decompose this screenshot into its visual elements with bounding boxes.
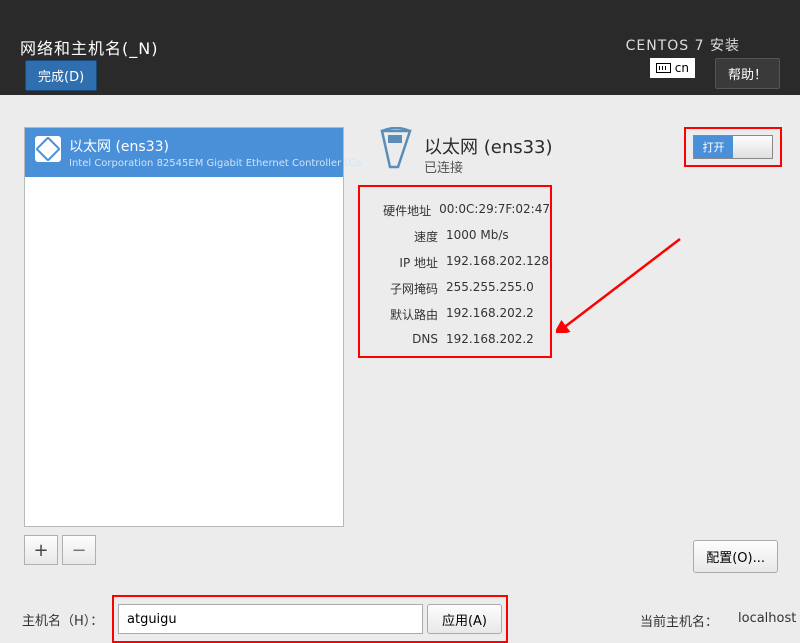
mask-label: 子网掩码 — [360, 280, 438, 297]
current-hostname-value: localhost — [738, 611, 796, 626]
row-ip: IP 地址 192.168.202.128 — [360, 254, 550, 271]
device-item-ens33[interactable]: 以太网 (ens33) Intel Corporation 82545EM Gi… — [25, 128, 343, 177]
install-title: CENTOS 7 安装 — [626, 35, 740, 55]
toggle-on-label: 打开 — [694, 136, 733, 158]
hwaddr-label: 硬件地址 — [360, 202, 431, 219]
ip-label: IP 地址 — [360, 254, 438, 271]
row-mask: 子网掩码 255.255.255.0 — [360, 280, 550, 297]
detail-ethernet-icon — [376, 127, 416, 169]
speed-value: 1000 Mb/s — [446, 228, 509, 245]
device-subtext: Intel Corporation 82545EM Gigabit Ethern… — [69, 158, 361, 169]
ethernet-icon — [35, 136, 61, 162]
connection-toggle[interactable]: 打开 — [693, 135, 773, 159]
hwaddr-value: 00:0C:29:7F:02:47 — [439, 202, 550, 219]
row-speed: 速度 1000 Mb/s — [360, 228, 550, 245]
current-hostname-label: 当前主机名： — [640, 611, 718, 630]
detail-status: 已连接 — [424, 157, 463, 176]
keyboard-icon — [656, 63, 671, 73]
device-list[interactable]: 以太网 (ens33) Intel Corporation 82545EM Gi… — [24, 127, 344, 527]
toggle-handle — [733, 136, 772, 158]
row-dns: DNS 192.168.202.2 — [360, 332, 550, 346]
body-area: 以太网 (ens33) Intel Corporation 82545EM Gi… — [0, 95, 800, 600]
annotation-info-box: 硬件地址 00:0C:29:7F:02:47 速度 1000 Mb/s IP 地… — [358, 185, 552, 358]
device-item-text: 以太网 (ens33) Intel Corporation 82545EM Gi… — [69, 136, 361, 169]
hostname-label: 主机名（H）： — [22, 610, 103, 629]
add-device-button[interactable]: + — [24, 535, 58, 565]
ip-value: 192.168.202.128 — [446, 254, 549, 271]
detail-title: 以太网 (ens33) — [424, 133, 553, 159]
page-title: 网络和主机名(_N) — [20, 35, 158, 59]
configure-button[interactable]: 配置(O)... — [693, 540, 778, 573]
remove-device-button[interactable]: − — [62, 535, 96, 565]
annotation-hostname-box: 应用(A) — [112, 595, 508, 643]
keyboard-indicator[interactable]: cn — [650, 58, 695, 78]
row-route: 默认路由 192.168.202.2 — [360, 306, 550, 323]
annotation-toggle-box: 打开 — [684, 127, 782, 167]
header-bar: 网络和主机名(_N) 完成(D) CENTOS 7 安装 cn 帮助！ — [0, 0, 800, 95]
help-button[interactable]: 帮助！ — [715, 58, 780, 89]
mask-value: 255.255.255.0 — [446, 280, 534, 297]
speed-label: 速度 — [360, 228, 438, 245]
done-button[interactable]: 完成(D) — [25, 60, 97, 91]
keyboard-layout-label: cn — [675, 61, 689, 75]
dns-label: DNS — [360, 332, 438, 346]
add-remove-group: + − — [24, 535, 96, 565]
annotation-arrow-icon — [556, 235, 684, 333]
hostname-input[interactable] — [118, 604, 423, 634]
dns-value: 192.168.202.2 — [446, 332, 534, 346]
device-name: 以太网 (ens33) — [69, 136, 361, 156]
route-value: 192.168.202.2 — [446, 306, 534, 323]
apply-button[interactable]: 应用(A) — [427, 604, 502, 634]
row-hwaddr: 硬件地址 00:0C:29:7F:02:47 — [360, 202, 550, 219]
route-label: 默认路由 — [360, 306, 438, 323]
